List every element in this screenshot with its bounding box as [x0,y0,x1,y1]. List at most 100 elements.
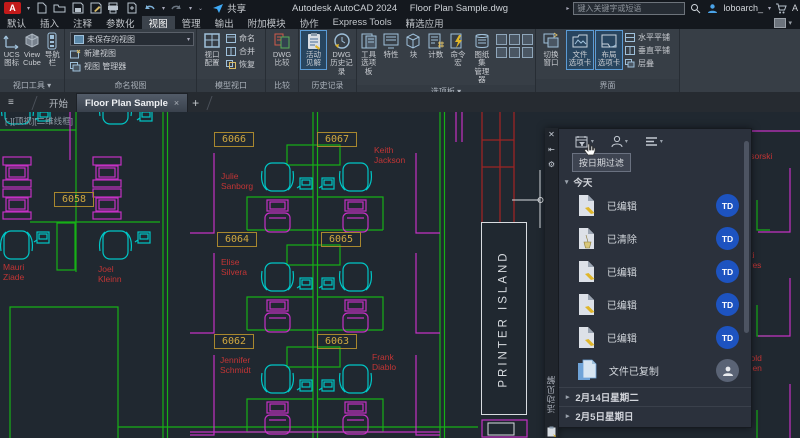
layout-tabs-button[interactable]: 布局 选项卡 [596,31,622,69]
panel-label-viewport-tools[interactable]: 视口工具 ▾ [0,79,64,92]
panel-label-compare[interactable]: 比较 [266,79,298,92]
tab-home[interactable]: 默认 [0,16,33,29]
navbar-button[interactable]: 导航栏 [43,31,62,69]
save-as-icon[interactable] [89,2,102,14]
qat-customize-icon[interactable]: ⌄ [198,5,203,12]
tab-output[interactable]: 输出 [208,16,241,29]
room-tag: 6064 [217,232,257,247]
app-menu-caret-icon[interactable]: ▾ [27,5,30,12]
tool-palettes-button[interactable]: 工具 选项板 [359,31,378,77]
activity-item[interactable]: 已编辑 TD [559,321,751,354]
ucs-icon-button[interactable]: UCS 图标 [2,31,21,69]
tab-annotate[interactable]: 注释 [66,16,99,29]
view-manager-button[interactable]: 视图 管理器 [70,61,191,72]
new-tab-button[interactable]: + [192,96,199,110]
palette-mini-icon-1[interactable] [496,34,507,45]
cascade-button[interactable]: 层叠 [625,58,670,69]
autohide-icon[interactable]: ⇤ [548,146,555,154]
open-file-icon[interactable] [53,2,66,14]
app-menu-button[interactable]: A [4,2,21,14]
printer-island-label: PRINTER ISLAND [498,250,510,387]
tab-manage[interactable]: 管理 [175,16,208,29]
activity-item[interactable]: 文件已复制 [559,354,751,387]
activity-item[interactable]: 已清除 TD [559,222,751,255]
save-icon[interactable] [71,2,84,14]
redo-caret-icon[interactable]: ▾ [189,5,192,12]
view-manager-icon [70,62,81,72]
tab-featured-apps[interactable]: 精选应用 [399,16,451,29]
date-group[interactable]: ▸ 2月5日星期日 [559,406,751,425]
new-file-icon[interactable] [35,2,48,14]
viewport-config-button[interactable]: 视口 配置 [199,31,225,69]
drawing-viewport[interactable]: [-][顶视][二维线框] 6058 6066 6067 6064 6065 6… [0,112,800,438]
palette-mini-icon-6[interactable] [522,47,533,58]
panel-label-history[interactable]: 历史记录 [299,79,356,92]
palette-mini-icon-3[interactable] [522,34,533,45]
viewcube-button[interactable]: View Cube [22,31,41,69]
plot-icon[interactable] [107,2,120,14]
named-viewport-button[interactable]: 命名 [226,33,255,44]
palette-mini-icon-2[interactable] [509,34,520,45]
tile-vertical-button[interactable]: 垂直平铺 [625,45,670,56]
tile-horizontal-button[interactable]: 水平平铺 [625,32,670,43]
redo-icon[interactable] [170,2,183,14]
avatar: TD [716,227,739,250]
dwg-history-button[interactable]: DWG 历史记录 [329,31,354,77]
new-view-button[interactable]: 新建视图 [70,48,191,59]
close-tab-icon[interactable]: × [174,98,179,108]
activity-item[interactable]: 已编辑 TD [559,255,751,288]
activity-item[interactable]: 已编辑 TD [559,189,751,222]
search-expand-icon[interactable]: ▸ [566,5,569,12]
file-tabs-button[interactable]: 文件 选项卡 [567,31,593,69]
panel-label-palettes[interactable]: 选项板 ▾ [357,85,535,92]
share-button[interactable]: 共享 [212,1,246,15]
date-group[interactable]: ▸ 2月14日星期二 [559,387,751,406]
tab-collaborate[interactable]: 协作 [293,16,326,29]
view-combo[interactable]: 未保存的视图 ▾ [70,32,194,46]
filter-by-event-button[interactable]: ▾ [645,136,663,147]
tab-insert[interactable]: 插入 [33,16,66,29]
panel-label-model-viewports[interactable]: 模型视口 [197,79,265,92]
tab-addins[interactable]: 附加模块 [241,16,293,29]
blocks-button[interactable]: 块 [404,31,423,60]
undo-caret-icon[interactable]: ▾ [162,5,165,12]
join-viewport-button[interactable]: 合并 [226,46,255,57]
palette-mini-icon-4[interactable] [496,47,507,58]
tab-parametric[interactable]: 参数化 [99,16,142,29]
user-caret-icon[interactable]: ▾ [768,5,771,12]
sheet-set-manager-button[interactable]: 图纸集 管理器 [471,31,493,85]
search-input[interactable] [573,2,685,15]
switch-windows-button[interactable]: 切换 窗口 [538,31,564,69]
activity-insights-button[interactable]: 活动 见解 [301,31,326,69]
palette-mini-icon-5[interactable] [509,47,520,58]
properties-button[interactable]: 特性 [381,31,400,60]
count-button[interactable]: 计数 [426,31,445,60]
file-tab-menu-icon[interactable]: ≡ [8,97,22,108]
user-icon[interactable] [706,2,719,14]
tab-express-tools[interactable]: Express Tools [326,16,399,29]
restore-viewport-button[interactable]: 恢复 [226,59,255,70]
dwg-compare-button[interactable]: DWG 比较 [269,31,295,69]
search-icon[interactable] [689,2,702,14]
viewport-controls[interactable]: [-][顶视][二维线框] [5,115,73,127]
room-tag: 6062 [214,334,254,349]
tab-start[interactable]: 开始 [41,94,76,112]
cascade-icon [625,59,635,68]
palette-scrollbar[interactable] [744,141,749,333]
undo-icon[interactable] [143,2,156,14]
macro-button[interactable]: 命令 宏 [448,31,467,69]
ribbon-display-toggle[interactable]: ▾ [774,16,800,29]
etransmit-icon[interactable] [125,2,138,14]
file-tab-separator-2 [207,96,213,110]
activity-item[interactable]: 已编辑 TD [559,288,751,321]
close-icon[interactable]: ✕ [548,131,555,139]
panel-label-named-views[interactable]: 命名视图 [65,79,196,92]
filter-by-user-button[interactable]: ▾ [611,135,628,148]
tab-document[interactable]: Floor Plan Sample × [76,93,188,112]
panel-label-interface[interactable]: 界面 [536,79,679,92]
hand-cursor [583,143,596,158]
properties-gear-icon[interactable]: ⚙ [548,161,555,169]
tab-view[interactable]: 视图 [142,16,175,29]
username[interactable]: loboarch_ [723,3,763,13]
app-store-cart-icon[interactable] [775,2,788,14]
